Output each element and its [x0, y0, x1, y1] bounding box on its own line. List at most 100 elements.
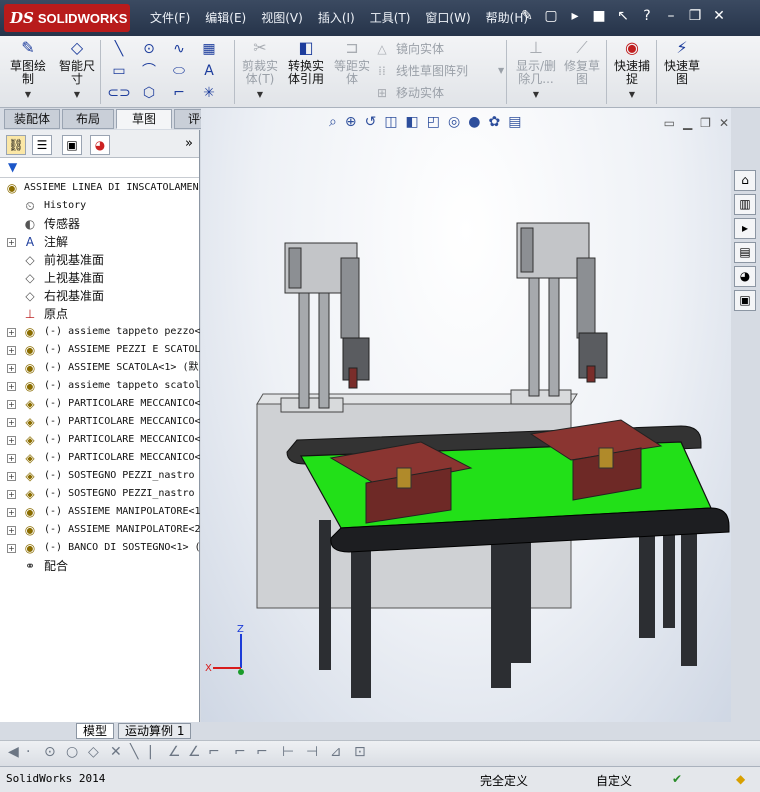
expand-icon[interactable]: + — [7, 472, 16, 481]
menu-tools[interactable]: 工具(T) — [370, 9, 411, 26]
minimize-icon[interactable]: – — [662, 6, 680, 26]
tree-item[interactable]: + A 注解 — [0, 233, 200, 251]
expand-icon[interactable]: + — [7, 364, 16, 373]
menu-insert[interactable]: 插入(I) — [318, 9, 355, 26]
tree-item[interactable]: + ◈ (-) SOSTEGNO PEZZI_nastro — [0, 467, 200, 485]
tab-motion-study[interactable]: 运动算例 1 — [118, 723, 192, 739]
fillet-icon[interactable]: ⌐ — [164, 82, 194, 104]
corner-dashed-icon[interactable]: ⌐ — [256, 744, 268, 760]
tree-item[interactable]: + ◉ (-) assieme tappeto pezzo< — [0, 323, 200, 341]
spline-icon[interactable]: ∿ — [164, 38, 194, 60]
tree-item[interactable]: ◇ 前视基准面 — [0, 251, 200, 269]
view-palette-icon[interactable]: ▤ — [734, 242, 756, 263]
expand-icon[interactable]: + — [7, 508, 16, 517]
sketch-button[interactable]: ✎ 草图绘 制 ▼ — [8, 38, 48, 101]
appearances-icon[interactable]: ◕ — [734, 266, 756, 287]
chevron-down-icon[interactable]: ▼ — [610, 88, 654, 101]
display-manager-icon[interactable]: ◕ — [90, 135, 110, 155]
expand-icon[interactable]: + — [7, 328, 16, 337]
linear-pattern-button[interactable]: ⁞⁞ 线性草图阵列 ▼ — [374, 60, 504, 82]
relation-icon[interactable]: ⊣ — [306, 744, 318, 760]
tree-item[interactable]: ⚭ 配合 — [0, 557, 200, 575]
home-icon[interactable]: ⌂ — [734, 170, 756, 191]
menu-view[interactable]: 视图(V) — [261, 9, 303, 26]
help-icon[interactable]: ? — [638, 6, 656, 26]
rectangle-icon[interactable]: ▭ — [104, 60, 134, 82]
expand-icon[interactable]: + — [7, 544, 16, 553]
chevron-down-icon[interactable]: ▼ — [238, 88, 282, 101]
dimension-icon[interactable]: ⊢ — [282, 744, 294, 760]
rebuild-icon[interactable]: ✔ — [672, 772, 682, 786]
chevron-down-icon[interactable]: ▼ — [8, 88, 48, 101]
expand-icon[interactable]: + — [7, 238, 16, 247]
tree-item[interactable]: + ◉ (-) ASSIEME PEZZI E SCATOL — [0, 341, 200, 359]
vertical-line-icon[interactable]: | — [148, 744, 153, 760]
tab-sketch[interactable]: 草图 — [116, 109, 172, 129]
expand-icon[interactable]: + — [7, 436, 16, 445]
angle-icon[interactable]: ∠ — [168, 744, 181, 760]
repair-sketch-button[interactable]: ⟋ 修复草 图 — [562, 38, 602, 86]
tree-item[interactable]: + ◉ (-) BANCO DI SOSTEGNO<1> ( — [0, 539, 200, 557]
file-explorer-icon[interactable]: ▸ — [734, 218, 756, 239]
line-icon[interactable]: ╲ — [104, 38, 134, 60]
mirror-entities-button[interactable]: △ 镜向实体 — [374, 38, 504, 60]
offset-entities-button[interactable]: ⊐ 等距实 体 — [330, 38, 374, 86]
polygon-icon[interactable]: ⬡ — [134, 82, 164, 104]
tree-item[interactable]: + ◈ (-) PARTICOLARE MECCANICO< — [0, 449, 200, 467]
angle-alt-icon[interactable]: ∠ — [188, 744, 201, 760]
polygon-icon[interactable]: ◇ — [88, 744, 99, 760]
trim-entities-button[interactable]: ✂ 剪裁实 体(T) ▼ — [238, 38, 282, 101]
menu-file[interactable]: 文件(F) — [150, 9, 190, 26]
tree-item[interactable]: + ◈ (-) PARTICOLARE MECCANICO< — [0, 413, 200, 431]
tag-icon[interactable]: ◆ — [736, 772, 745, 786]
configuration-manager-icon[interactable]: ▣ — [62, 135, 82, 155]
trim-icon[interactable]: ✕ — [110, 744, 122, 760]
move-entities-button[interactable]: ⊞ 移动实体 — [374, 82, 504, 104]
custom-properties-icon[interactable]: ▣ — [734, 290, 756, 311]
rapid-sketch-button[interactable]: ⚡ 快速草 图 — [660, 38, 704, 86]
save-icon[interactable]: ■ — [590, 6, 608, 26]
tree-item[interactable]: + ◈ (-) PARTICOLARE MECCANICO< — [0, 395, 200, 413]
tree-item[interactable]: ◇ 上视基准面 — [0, 269, 200, 287]
arc-icon[interactable]: ⌒ — [134, 60, 164, 82]
expand-icon[interactable]: + — [7, 346, 16, 355]
expand-icon[interactable]: + — [7, 454, 16, 463]
menu-edit[interactable]: 编辑(E) — [205, 9, 246, 26]
slot-icon[interactable]: ⊂⊃ — [104, 82, 134, 104]
tree-root[interactable]: ◉ ASSIEME LINEA DI INSCATOLAMEN — [0, 179, 200, 197]
chevron-down-icon[interactable]: ▼ — [498, 60, 504, 82]
tab-assembly[interactable]: 装配体 — [4, 109, 60, 129]
property-manager-icon[interactable]: ☰ — [32, 135, 52, 155]
solidworks-logo[interactable]: DS SOLIDWORKS — [4, 4, 130, 32]
expand-icon[interactable]: + — [7, 418, 16, 427]
filter-icon[interactable]: ▼ — [8, 160, 17, 174]
expand-icon[interactable]: + — [7, 526, 16, 535]
tree-item[interactable]: ⏲ History — [0, 197, 200, 215]
display-delete-relations-button[interactable]: ⊥ 显示/删 除几... ▼ — [512, 38, 560, 101]
chevron-down-icon[interactable]: ▼ — [54, 88, 100, 101]
status-custom[interactable]: 自定义 — [596, 772, 632, 789]
graphics-viewport[interactable]: ⌕ ⊕ ↺ ◫ ◧ ◰ ◎ ● ✿ ▤ ▭ ▁ ❐ ✕ Z X — [201, 108, 731, 722]
open-folder-icon[interactable]: ▸ — [566, 6, 584, 26]
restore-icon[interactable]: ❐ — [686, 6, 704, 26]
circle-icon[interactable]: ⊙ — [44, 744, 56, 760]
pin-icon[interactable]: ✎ — [518, 6, 536, 26]
chevron-down-icon[interactable]: ▼ — [512, 88, 560, 101]
tree-item[interactable]: ◐ 传感器 — [0, 215, 200, 233]
close-icon[interactable]: ✕ — [710, 6, 728, 26]
scroll-left-icon[interactable]: ◀ — [8, 744, 19, 760]
design-library-icon[interactable]: ▥ — [734, 194, 756, 215]
expand-icon[interactable]: + — [7, 490, 16, 499]
line-icon[interactable]: ╲ — [130, 744, 138, 760]
menu-window[interactable]: 窗口(W) — [425, 9, 470, 26]
tree-item[interactable]: + ◉ (-) ASSIEME SCATOLA<1> (默 — [0, 359, 200, 377]
tab-model[interactable]: 模型 — [76, 723, 115, 739]
tree-item[interactable]: + ◉ (-) assieme tappeto scatol — [0, 377, 200, 395]
tree-item[interactable]: ⊥ 原点 — [0, 305, 200, 323]
snap-icon[interactable]: ⊡ — [354, 744, 366, 760]
tree-item[interactable]: + ◈ (-) PARTICOLARE MECCANICO< — [0, 431, 200, 449]
convert-entities-button[interactable]: ◧ 转换实 体引用 — [284, 38, 328, 86]
circle-icon[interactable]: ⊙ — [134, 38, 164, 60]
expand-panel-icon[interactable]: » — [185, 136, 193, 151]
select-arrow-icon[interactable]: ↖ — [614, 6, 632, 26]
